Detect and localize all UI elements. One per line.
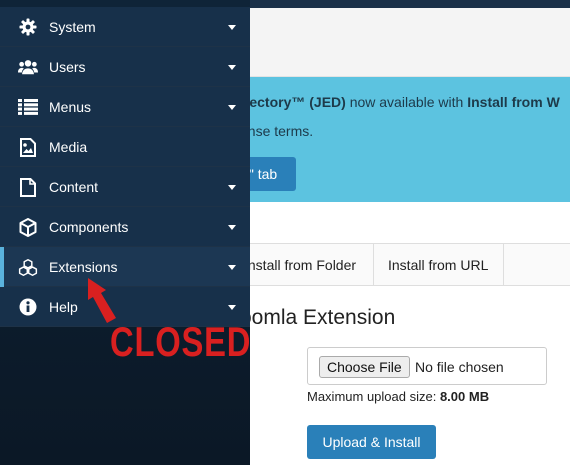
sidebar-item-content[interactable]: Content — [0, 167, 250, 207]
sidebar-item-label: Users — [49, 59, 86, 75]
cubes-icon — [18, 257, 38, 277]
choose-file-button[interactable]: Choose File — [319, 356, 410, 378]
max-size-value: 8.00 MB — [439, 389, 490, 404]
gear-icon — [18, 17, 38, 37]
file-status: No file chosen — [415, 359, 504, 375]
chevron-down-icon — [228, 25, 236, 30]
sidebar-item-extensions[interactable]: Extensions — [0, 247, 250, 287]
sidebar-item-label: Media — [49, 139, 88, 155]
upload-package-title: oomla Extension — [240, 306, 396, 329]
closed-annotation: CLOSED — [110, 318, 252, 365]
sidebar-item-label: Components — [49, 219, 129, 235]
banner-install-text: Install from W — [467, 94, 560, 110]
sidebar-item-components[interactable]: Components — [0, 207, 250, 247]
image-icon — [18, 137, 38, 157]
chevron-down-icon — [228, 265, 236, 270]
chevron-down-icon — [228, 185, 236, 190]
sidebar-item-label: Help — [49, 299, 78, 315]
banner-line1: irectory™ (JED) now available with Insta… — [240, 94, 560, 110]
chevron-down-icon — [228, 105, 236, 110]
sidebar-item-users[interactable]: Users — [0, 47, 250, 87]
sidebar-item-label: System — [49, 19, 96, 35]
banner-jed-text: irectory™ (JED) — [240, 94, 346, 110]
file-icon — [18, 177, 38, 197]
sidebar-item-label: Content — [49, 179, 99, 195]
chevron-down-icon — [228, 305, 236, 310]
cube-icon — [18, 217, 38, 237]
sidebar-item-system[interactable]: System — [0, 7, 250, 47]
file-input[interactable]: Choose File No file chosen — [307, 347, 547, 385]
list-icon — [18, 97, 38, 117]
info-icon — [18, 297, 38, 317]
users-icon — [18, 57, 38, 77]
chevron-down-icon — [228, 225, 236, 230]
max-upload-size: Maximum upload size: 8.00 MB — [307, 389, 489, 404]
banner-mid-text: now available with — [345, 94, 468, 110]
chevron-down-icon — [228, 65, 236, 70]
sidebar-item-media[interactable]: Media — [0, 127, 250, 167]
banner-line2: ense terms. — [240, 123, 314, 139]
sidebar-item-menus[interactable]: Menus — [0, 87, 250, 127]
upload-install-button[interactable]: Upload & Install — [307, 425, 436, 459]
sidebar-item-label: Menus — [49, 99, 92, 115]
tab-install-from-url[interactable]: Install from URL — [374, 244, 504, 285]
max-size-label: Maximum upload size: — [307, 389, 440, 404]
sidebar: System Users Menus Media Content Compone — [0, 0, 250, 465]
tab-install-from-folder[interactable]: Install from Folder — [240, 244, 374, 285]
sidebar-item-label: Extensions — [49, 259, 118, 275]
